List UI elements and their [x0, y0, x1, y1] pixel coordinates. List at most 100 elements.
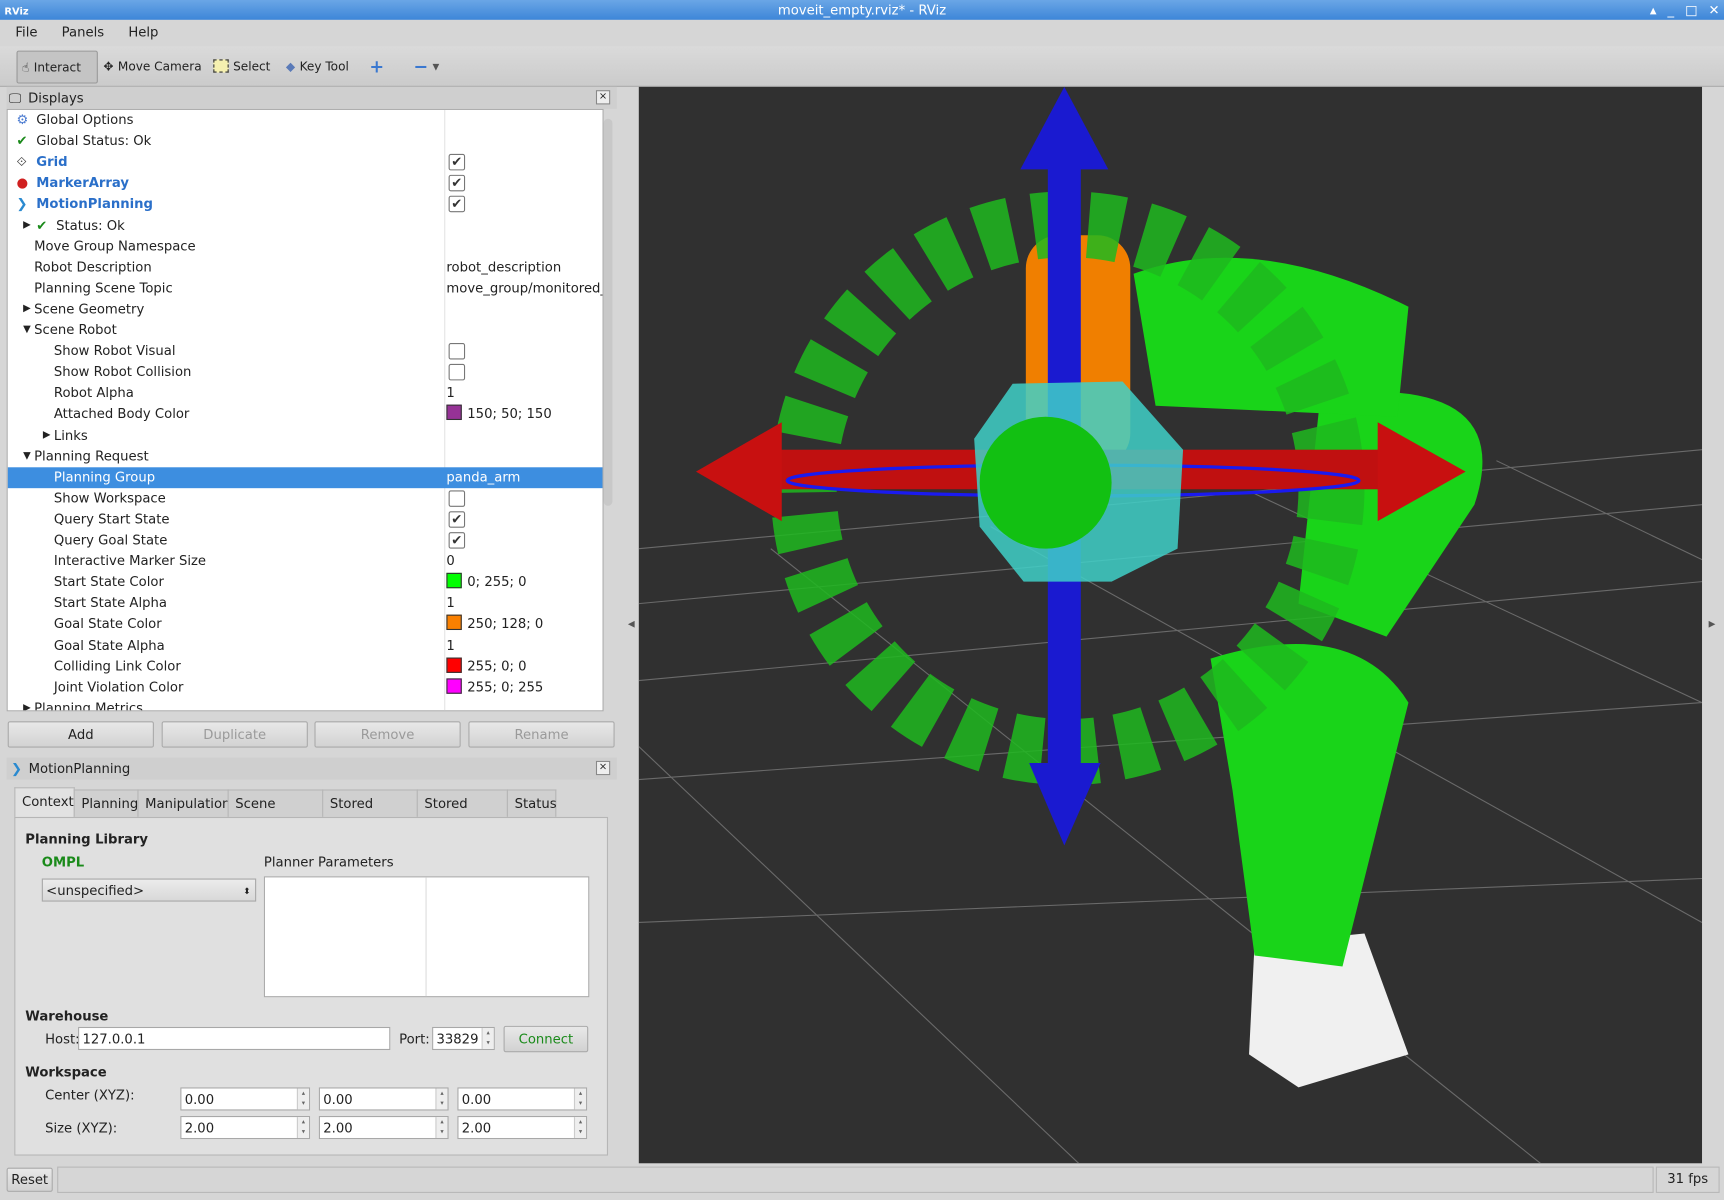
tree-scrollbar[interactable]: [603, 118, 613, 506]
tree-row[interactable]: Colliding Link Color 255; 0; 0: [8, 656, 603, 677]
tree-row[interactable]: ⟐ Grid ✔: [8, 152, 603, 173]
size-z-input[interactable]: 2.00 ▴ ▾: [457, 1115, 588, 1140]
maximize-button[interactable]: □: [1685, 0, 1697, 20]
tab-planning[interactable]: Planning: [73, 789, 139, 817]
spinner-arrows[interactable]: ▴ ▾: [435, 1117, 448, 1138]
expanded-arrow-icon[interactable]: ▼: [23, 320, 31, 341]
menu-panels[interactable]: Panels: [53, 20, 113, 46]
center-z-input[interactable]: 0.00 ▴ ▾: [457, 1087, 588, 1111]
tree-row[interactable]: Planning Scene Topic move_group/monitored…: [8, 278, 602, 299]
row-value[interactable]: move_group/monitored_...: [446, 278, 602, 299]
tree-row[interactable]: ● MarkerArray ✔: [8, 173, 603, 194]
row-value[interactable]: 1: [446, 383, 454, 404]
select-tool-button[interactable]: Select: [209, 51, 275, 82]
tree-row[interactable]: Query Start State ✔: [8, 509, 603, 530]
tree-row[interactable]: ⚙ Global Options: [8, 110, 603, 131]
tree-row[interactable]: ▶ Links: [8, 425, 603, 446]
tab-scene-objects[interactable]: Scene Objects: [227, 789, 324, 838]
3d-viewport[interactable]: [638, 86, 1703, 1164]
row-value[interactable]: 1: [446, 635, 454, 656]
expanded-arrow-icon[interactable]: ▼: [23, 446, 31, 467]
tab-manipulation[interactable]: Manipulation: [137, 789, 230, 817]
spinner-arrows[interactable]: ▴ ▾: [435, 1088, 448, 1110]
tree-row[interactable]: Show Workspace: [8, 488, 603, 509]
tree-row[interactable]: ▶ Planning Metrics: [8, 698, 603, 710]
row-value[interactable]: 250; 128; 0: [446, 614, 543, 635]
tree-row[interactable]: Planning Group panda_arm: [7, 466, 603, 488]
host-input[interactable]: 127.0.0.1: [78, 1026, 391, 1051]
reset-button[interactable]: Reset: [6, 1167, 53, 1192]
row-value[interactable]: 0; 255; 0: [446, 572, 527, 593]
checkbox-checked[interactable]: ✔: [448, 511, 466, 528]
spinner-arrows[interactable]: ▴ ▾: [296, 1117, 309, 1138]
tree-row[interactable]: Show Robot Collision: [8, 362, 603, 383]
collapsed-arrow-icon[interactable]: ▶: [23, 215, 31, 236]
checkbox-unchecked[interactable]: [448, 364, 466, 381]
tree-row[interactable]: Goal State Color 250; 128; 0: [8, 614, 603, 635]
planner-select[interactable]: <unspecified> ⬍: [41, 878, 257, 902]
interact-tool-button[interactable]: ☝ Interact: [16, 50, 98, 84]
port-spinner[interactable]: ▴ ▾: [481, 1028, 494, 1049]
row-value[interactable]: 150; 50; 150: [446, 404, 552, 425]
tree-row[interactable]: Show Robot Visual: [8, 341, 603, 362]
checkbox-checked[interactable]: ✔: [448, 154, 466, 171]
row-value[interactable]: 1: [446, 593, 454, 614]
close-displays-button[interactable]: ×: [595, 90, 611, 105]
tree-row[interactable]: Goal State Alpha 1: [8, 635, 603, 656]
tree-row[interactable]: ✔ Global Status: Ok: [8, 131, 603, 152]
row-value[interactable]: 255; 0; 255: [446, 677, 543, 698]
collapsed-arrow-icon[interactable]: ▶: [43, 425, 51, 446]
move-camera-tool-button[interactable]: ✥ Move Camera: [99, 51, 206, 82]
spinner-arrows[interactable]: ▴ ▾: [573, 1117, 587, 1138]
center-y-input[interactable]: 0.00 ▴ ▾: [318, 1087, 449, 1111]
tree-row[interactable]: ▶ ✔ Status: Ok: [8, 215, 603, 236]
row-value[interactable]: 255; 0; 0: [446, 656, 527, 677]
menu-file[interactable]: File: [7, 20, 47, 46]
menu-help[interactable]: Help: [120, 20, 168, 46]
tree-row[interactable]: Move Group Namespace: [8, 236, 603, 257]
tree-row[interactable]: Joint Violation Color 255; 0; 255: [8, 677, 603, 698]
add-tool-button[interactable]: +: [365, 51, 389, 82]
tree-row[interactable]: ▼ Scene Robot: [8, 320, 603, 341]
collapse-left-arrow[interactable]: ◀: [628, 619, 635, 629]
tab-stored-states[interactable]: Stored States: [416, 789, 508, 838]
add-display-button[interactable]: Add: [7, 721, 154, 748]
duplicate-display-button[interactable]: Duplicate: [161, 721, 308, 748]
checkbox-unchecked[interactable]: [448, 343, 466, 360]
chevron-down-icon[interactable]: ▼: [433, 61, 440, 71]
checkbox-unchecked[interactable]: [448, 490, 466, 507]
remove-display-button[interactable]: Remove: [314, 721, 461, 748]
collapse-right-arrow[interactable]: ▶: [1709, 619, 1716, 629]
tree-row[interactable]: Interactive Marker Size 0: [8, 551, 603, 572]
tab-context[interactable]: Context: [14, 787, 75, 819]
close-motionplanning-button[interactable]: ×: [595, 760, 611, 776]
row-value[interactable]: 0: [446, 551, 454, 572]
tree-row[interactable]: Robot Description robot_description: [8, 257, 603, 278]
tab-status[interactable]: Status: [506, 789, 557, 817]
key-tool-button[interactable]: ◆ Key Tool: [281, 51, 353, 82]
remove-tool-button[interactable]: − ▼: [409, 51, 444, 82]
tree-row[interactable]: ▼ Planning Request: [8, 446, 603, 467]
port-input[interactable]: 33829 ▴ ▾: [432, 1026, 495, 1051]
collapsed-arrow-icon[interactable]: ▶: [23, 299, 31, 320]
checkbox-checked[interactable]: ✔: [448, 532, 466, 549]
planner-parameters-table[interactable]: [263, 876, 590, 998]
size-y-input[interactable]: 2.00 ▴ ▾: [318, 1115, 449, 1140]
tree-row[interactable]: Query Goal State ✔: [8, 530, 603, 551]
tree-row[interactable]: Start State Color 0; 255; 0: [8, 572, 603, 593]
spinner-arrows[interactable]: ▴ ▾: [573, 1088, 587, 1110]
center-x-input[interactable]: 0.00 ▴ ▾: [180, 1087, 311, 1111]
tab-stored-scenes[interactable]: Stored Scenes: [322, 789, 418, 838]
tree-row[interactable]: Robot Alpha 1: [8, 383, 603, 404]
tree-row[interactable]: Start State Alpha 1: [8, 593, 603, 614]
spinner-arrows[interactable]: ▴ ▾: [296, 1088, 309, 1110]
row-value[interactable]: robot_description: [446, 257, 561, 278]
collapsed-arrow-icon[interactable]: ▶: [23, 698, 31, 710]
window-shade-button[interactable]: ▴: [1650, 0, 1657, 20]
close-window-button[interactable]: ✕: [1709, 0, 1720, 20]
tree-row[interactable]: Attached Body Color 150; 50; 150: [8, 404, 603, 425]
checkbox-checked[interactable]: ✔: [448, 196, 466, 213]
checkbox-checked[interactable]: ✔: [448, 175, 466, 192]
minimize-button[interactable]: _: [1667, 0, 1674, 20]
row-value[interactable]: panda_arm: [446, 467, 520, 488]
